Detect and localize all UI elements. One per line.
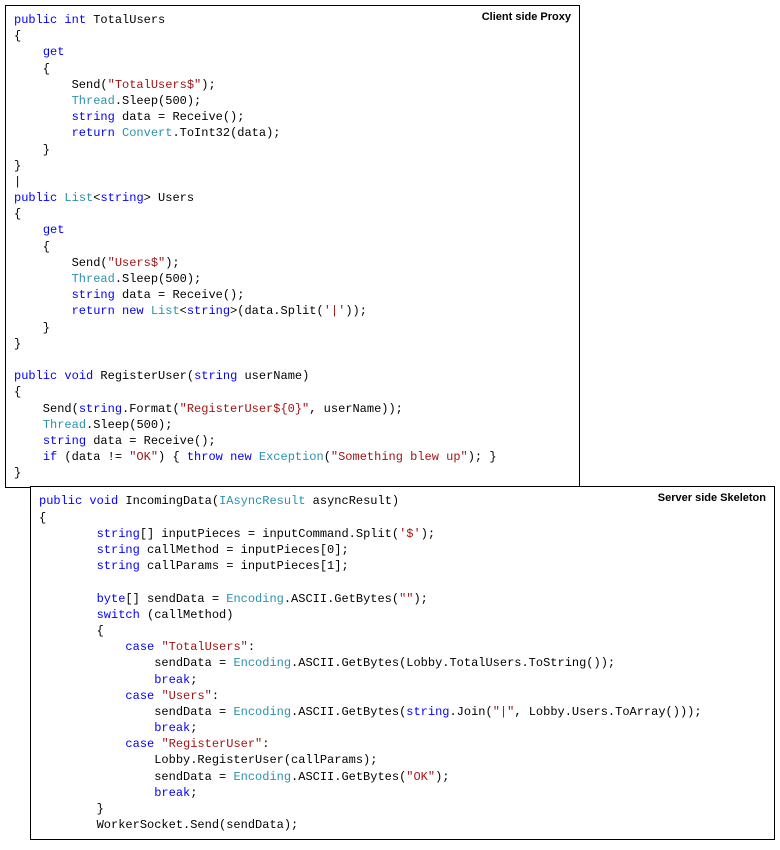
client-panel-label: Client side Proxy <box>482 10 571 25</box>
server-panel-label: Server side Skeleton <box>658 491 766 506</box>
client-proxy-panel: Client side Proxy public int TotalUsers … <box>5 5 580 488</box>
server-skeleton-panel: Server side Skeleton public void Incomin… <box>30 486 775 840</box>
client-code: public int TotalUsers { get { Send("Tota… <box>14 12 571 481</box>
server-code: public void IncomingData(IAsyncResult as… <box>39 493 766 833</box>
